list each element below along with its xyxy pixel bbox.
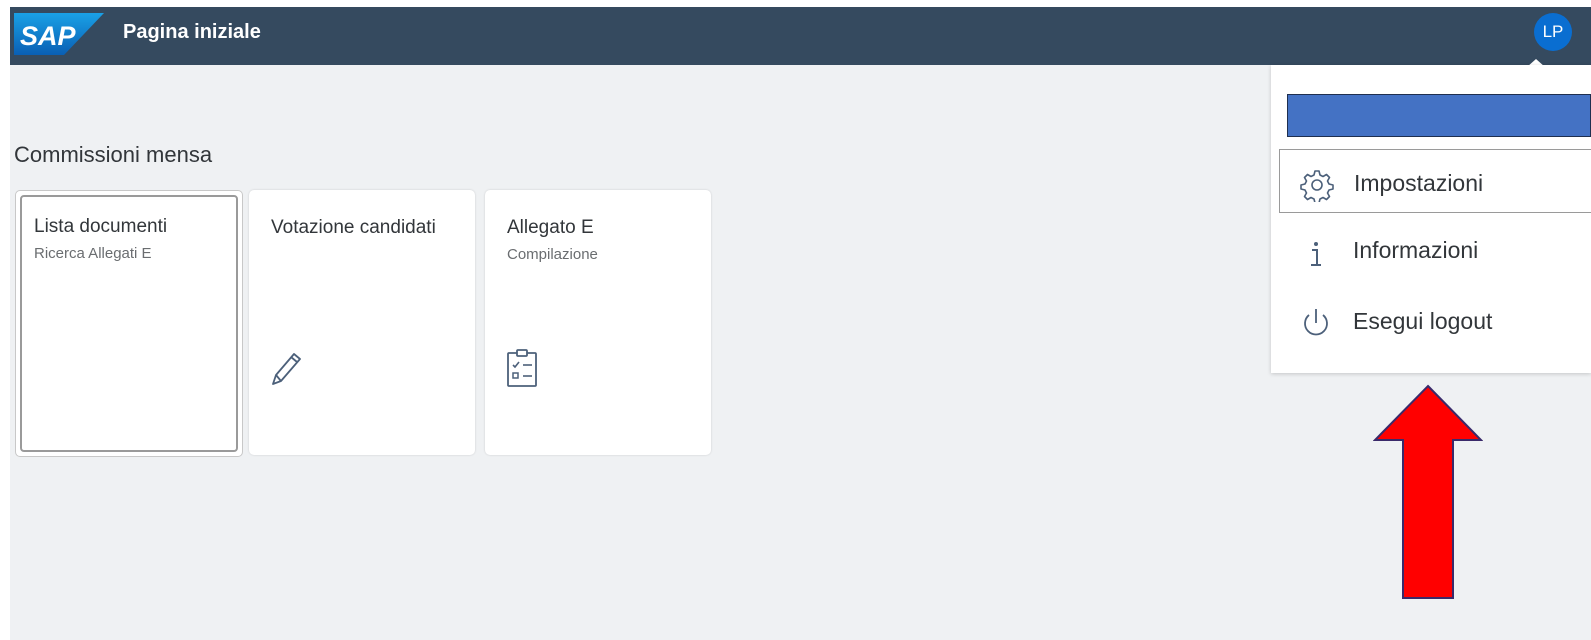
gear-icon <box>1300 170 1334 202</box>
tile-title: Allegato E <box>507 217 594 238</box>
menu-item-esegui-logout[interactable]: Esegui logout <box>1279 288 1591 352</box>
launchpad-shell: SAP Pagina iniziale LP Commissioni mensa… <box>10 7 1591 640</box>
tile-lista-documenti[interactable]: Lista documenti Ricerca Allegati E <box>15 190 243 457</box>
sap-logo-text: SAP <box>20 21 77 51</box>
pencil-icon <box>272 353 301 385</box>
menu-item-impostazioni[interactable]: Impostazioni <box>1279 149 1591 213</box>
sap-logo[interactable]: SAP <box>14 13 104 55</box>
tile-title: Lista documenti <box>34 216 168 237</box>
tile-allegato-e[interactable]: Allegato E Compilazione <box>485 190 711 455</box>
red-arrow-annotation <box>1373 384 1483 599</box>
group-title: Commissioni mensa <box>14 142 213 167</box>
page: SAP Pagina iniziale LP Commissioni mensa… <box>0 0 1591 640</box>
tile-votazione-candidati[interactable]: Votazione candidati <box>249 190 475 455</box>
menu-label: Informazioni <box>1353 237 1479 263</box>
power-icon <box>1304 309 1328 336</box>
tile-subtitle: Compilazione <box>507 246 598 263</box>
info-icon <box>1311 242 1321 266</box>
tile-subtitle: Ricerca Allegati E <box>34 245 152 262</box>
tile-title: Votazione candidati <box>271 217 436 238</box>
menu-label: Esegui logout <box>1353 308 1493 334</box>
user-avatar[interactable]: LP <box>1534 13 1572 51</box>
page-title: Pagina iniziale <box>123 21 261 43</box>
checklist-icon <box>507 349 537 387</box>
user-name-redacted <box>1287 94 1591 137</box>
user-menu-popover: Impostazioni Informazioni Esegui logout <box>1271 65 1591 373</box>
menu-item-informazioni[interactable]: Informazioni <box>1279 217 1591 281</box>
shell-bar: SAP Pagina iniziale LP <box>10 7 1591 65</box>
menu-label: Impostazioni <box>1354 170 1484 196</box>
